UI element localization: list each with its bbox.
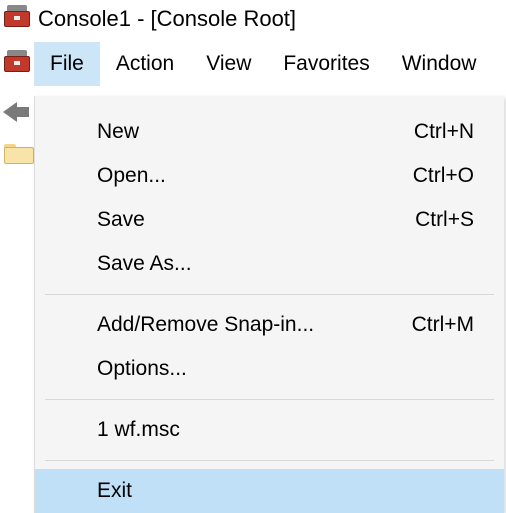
- menu-window-label: Window: [402, 52, 477, 76]
- file-menu-exit-label: Exit: [97, 479, 482, 503]
- menu-bar: File Action View Favorites Window: [34, 42, 492, 86]
- menu-window[interactable]: Window: [386, 42, 493, 86]
- menu-favorites[interactable]: Favorites: [267, 42, 385, 86]
- file-menu-save-label: Save: [97, 208, 415, 232]
- back-button[interactable]: [0, 94, 34, 122]
- file-menu-recent-1[interactable]: 1 wf.msc: [35, 408, 504, 452]
- file-menu-options-label: Options...: [97, 357, 474, 381]
- file-menu-snapin-shortcut: Ctrl+M: [412, 313, 482, 337]
- menu-view-label: View: [206, 52, 251, 76]
- menu-file[interactable]: File: [34, 42, 100, 86]
- folder-icon: [4, 142, 32, 162]
- menu-action[interactable]: Action: [100, 42, 190, 86]
- menu-file-label: File: [50, 52, 84, 76]
- back-arrow-icon: [3, 100, 31, 122]
- file-menu-options[interactable]: Options...: [35, 347, 504, 391]
- menu-action-label: Action: [116, 52, 174, 76]
- menu-separator: [45, 460, 494, 461]
- menu-bar-row: File Action View Favorites Window: [0, 42, 506, 86]
- file-menu-new-shortcut: Ctrl+N: [414, 120, 482, 144]
- file-menu-new-label: New: [97, 120, 414, 144]
- file-menu-exit[interactable]: Exit: [35, 469, 504, 513]
- file-menu-save[interactable]: Save Ctrl+S: [35, 198, 504, 242]
- file-menu-dropdown: New Ctrl+N Open... Ctrl+O Save Ctrl+S Sa…: [34, 96, 504, 513]
- title-bar: Console1 - [Console Root]: [0, 0, 506, 42]
- menu-favorites-label: Favorites: [283, 52, 369, 76]
- file-menu-open-shortcut: Ctrl+O: [413, 164, 482, 188]
- toolbox-icon: [4, 9, 30, 29]
- file-menu-new[interactable]: New Ctrl+N: [35, 110, 504, 154]
- file-menu-saveas-label: Save As...: [97, 252, 474, 276]
- window-title: Console1 - [Console Root]: [38, 6, 296, 32]
- file-menu-recent-1-label: 1 wf.msc: [97, 418, 482, 442]
- file-menu-open[interactable]: Open... Ctrl+O: [35, 154, 504, 198]
- file-menu-save-shortcut: Ctrl+S: [415, 208, 482, 232]
- file-menu-snapin[interactable]: Add/Remove Snap-in... Ctrl+M: [35, 303, 504, 347]
- file-menu-open-label: Open...: [97, 164, 413, 188]
- menu-view[interactable]: View: [190, 42, 267, 86]
- toolbar-toolbox-icon: [0, 54, 34, 74]
- menu-separator: [45, 294, 494, 295]
- menu-separator: [45, 399, 494, 400]
- file-menu-saveas[interactable]: Save As...: [35, 242, 504, 286]
- file-menu-snapin-label: Add/Remove Snap-in...: [97, 313, 412, 337]
